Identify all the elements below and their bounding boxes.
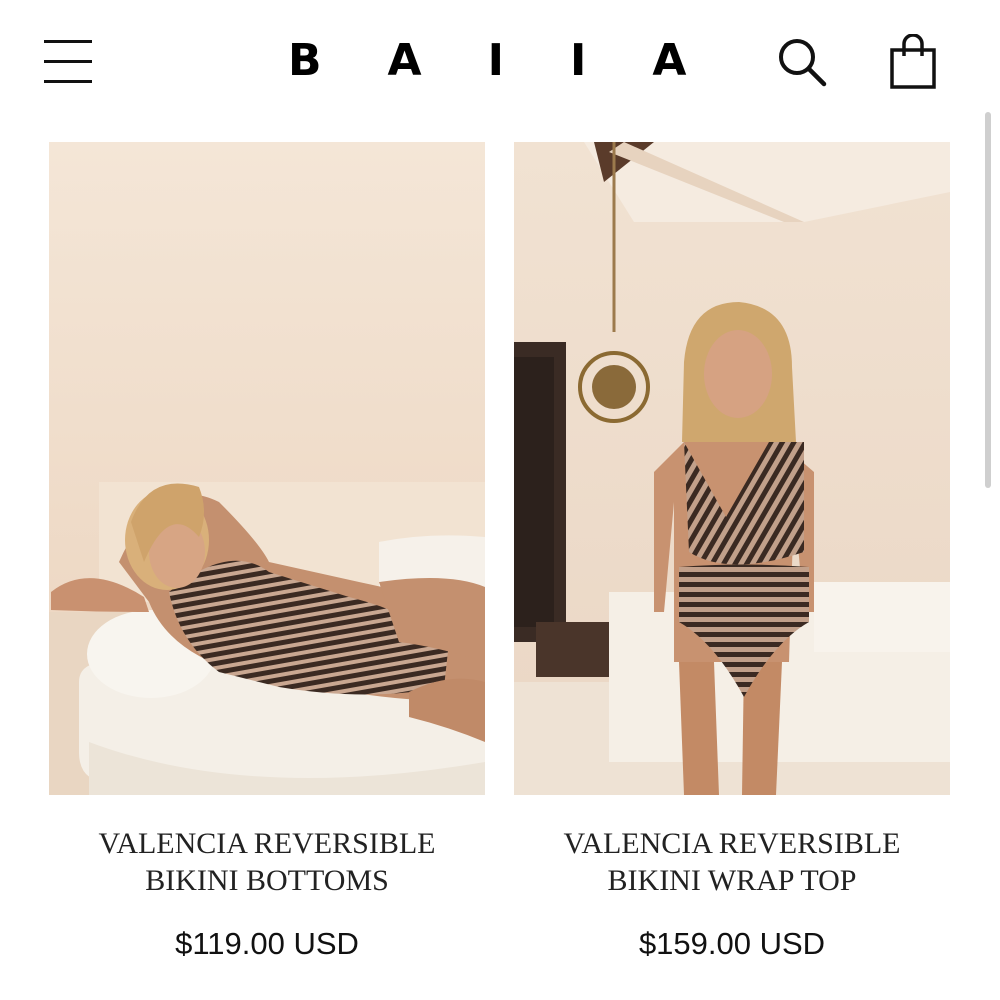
- product-card-bikini-wrap-top[interactable]: VALENCIA REVERSIBLE BIKINI WRAP TOP $159…: [514, 142, 950, 961]
- menu-icon-bar: [44, 40, 92, 43]
- menu-icon-bar: [44, 80, 92, 83]
- product-card-bikini-bottoms[interactable]: VALENCIA REVERSIBLE BIKINI BOTTOMS $119.…: [49, 142, 485, 961]
- site-header: BAIIA: [0, 0, 1000, 120]
- product-title[interactable]: VALENCIA REVERSIBLE BIKINI BOTTOMS: [49, 825, 485, 899]
- brand-logo[interactable]: BAIIA: [288, 36, 718, 86]
- product-image-bikini-bottoms[interactable]: [49, 142, 485, 795]
- page-scrollbar[interactable]: [985, 112, 991, 488]
- search-button[interactable]: [776, 36, 828, 88]
- product-photo: [49, 142, 485, 795]
- shopping-bag-icon: [890, 33, 936, 89]
- product-image-bikini-wrap-top[interactable]: [514, 142, 950, 795]
- search-icon: [779, 39, 827, 87]
- product-photo: [514, 142, 950, 795]
- product-price: $119.00 USD: [175, 926, 359, 961]
- product-price: $159.00 USD: [638, 926, 826, 961]
- menu-icon-bar: [44, 60, 92, 63]
- cart-button[interactable]: [888, 33, 938, 90]
- product-title[interactable]: VALENCIA REVERSIBLE BIKINI WRAP TOP: [514, 825, 950, 899]
- menu-button[interactable]: [44, 38, 92, 84]
